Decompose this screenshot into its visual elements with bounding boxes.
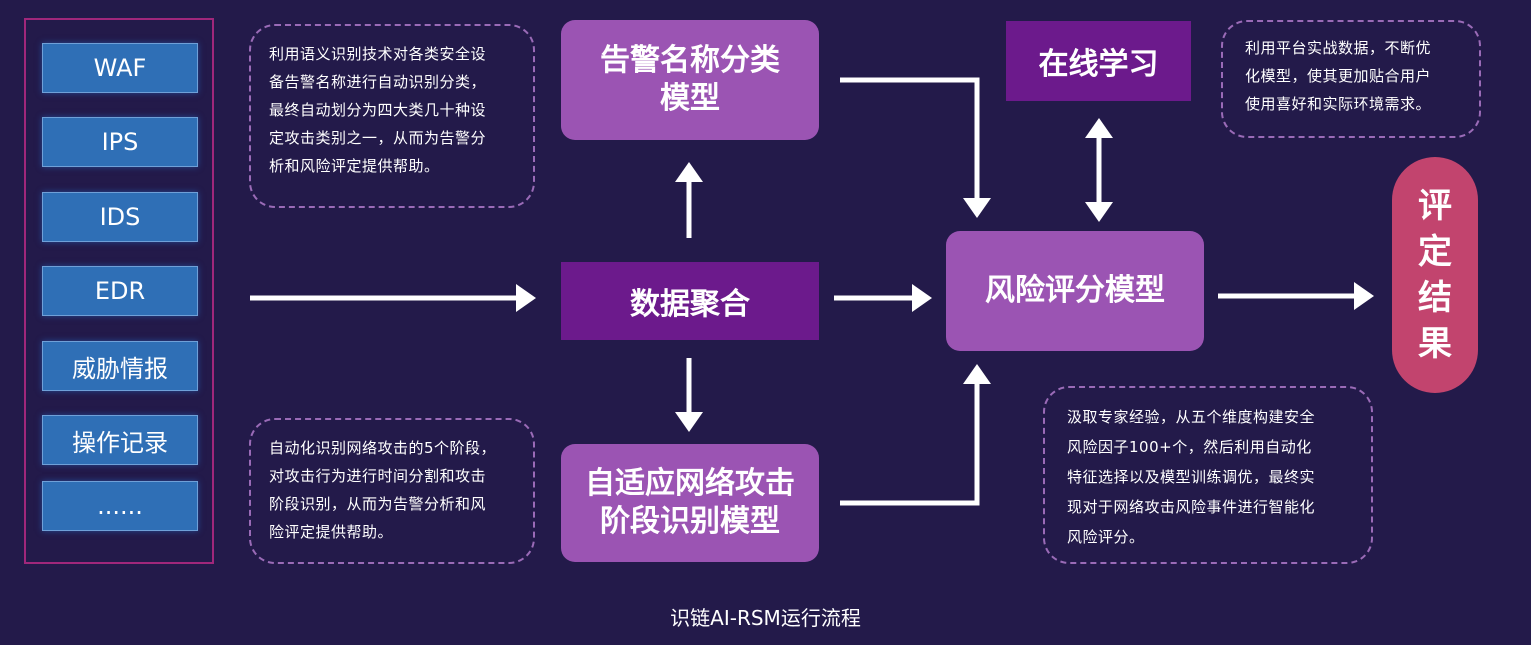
flow-arrows xyxy=(250,77,1374,506)
arrowhead xyxy=(516,284,536,312)
arrowhead xyxy=(1354,282,1374,310)
arrowhead xyxy=(675,162,703,182)
diagram-caption: 识链AI-RSM运行流程 xyxy=(670,606,861,630)
arrowhead xyxy=(912,284,932,312)
arrowhead xyxy=(963,198,991,218)
arrow-alert-model-to-risk-model xyxy=(840,77,980,200)
arrow-stage-model-to-risk-model xyxy=(840,382,980,506)
arrowhead xyxy=(1085,202,1113,222)
diagram: WAF IPS IDS EDR 威胁情报 操作记录 ...... 利用语义识别技… xyxy=(0,0,1531,645)
arrowhead xyxy=(963,364,991,384)
arrowhead xyxy=(675,412,703,432)
arrowhead xyxy=(1085,118,1113,138)
